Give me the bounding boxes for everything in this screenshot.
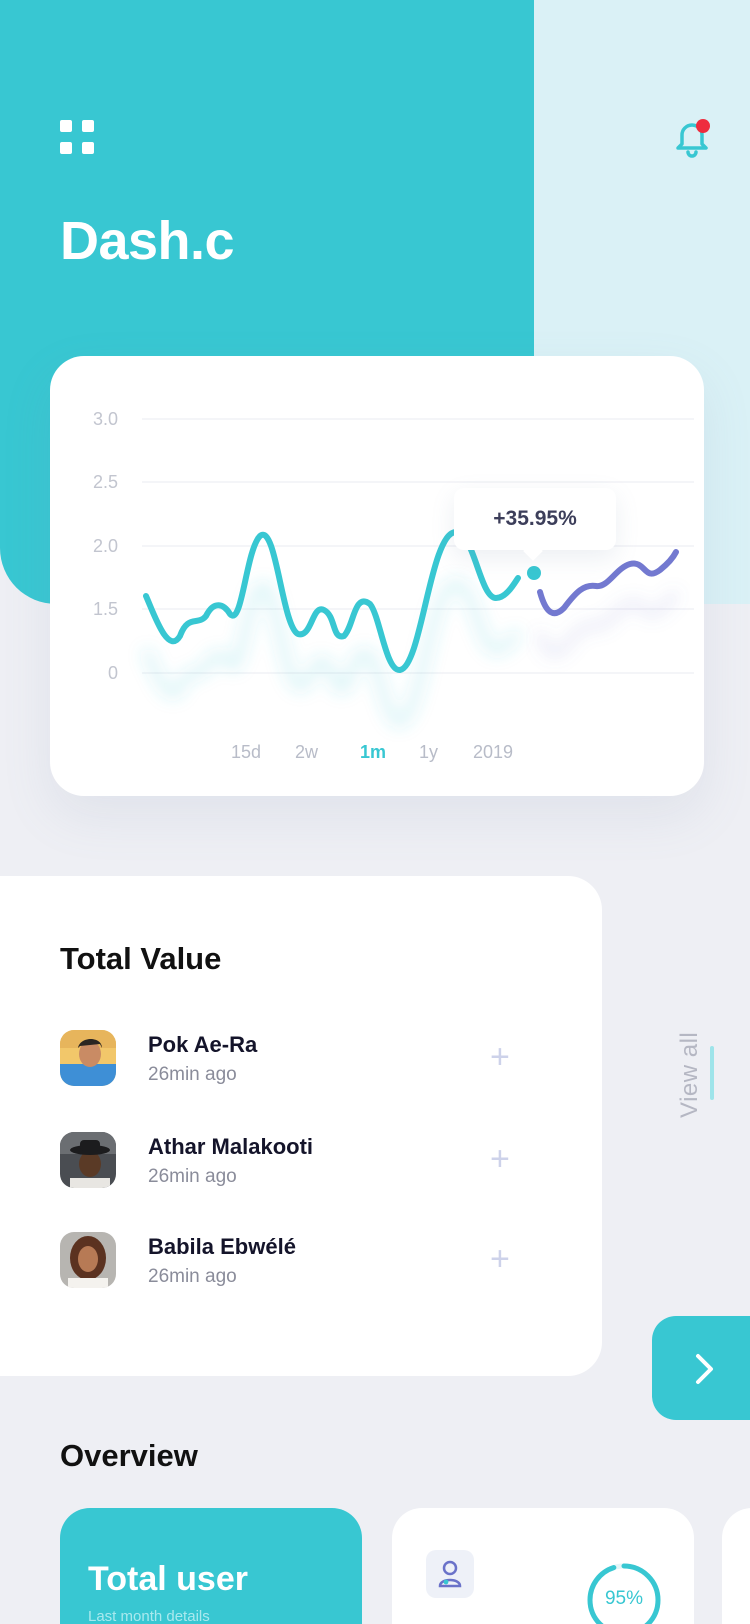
list-item[interactable]: Babila Ebwélé 26min ago + (60, 1232, 540, 1288)
secondary-line-shadow (535, 589, 681, 659)
y-tick-label: 2.0 (93, 536, 118, 556)
line-chart: 3.0 2.5 2.0 1.5 0 (93, 409, 694, 727)
menu-grid-icon[interactable] (60, 120, 94, 154)
avatar (60, 1132, 116, 1188)
app-title: Dash.c (60, 211, 235, 271)
notification-bell-icon[interactable] (672, 116, 712, 160)
next-button[interactable] (652, 1316, 750, 1420)
total-value-title: Total Value (60, 941, 222, 976)
view-all-link[interactable]: View all (676, 958, 706, 1118)
y-tick-label: 1.5 (93, 599, 118, 619)
line-shadow (141, 578, 522, 727)
total-user-card[interactable]: Total user Last month details (60, 1508, 362, 1624)
primary-series-line (143, 528, 521, 673)
range-tab-2w[interactable]: 2w (295, 742, 318, 763)
notification-dot (696, 119, 710, 133)
chart-tooltip: +35.95% (454, 488, 616, 550)
highlight-point[interactable] (527, 566, 541, 580)
view-all-indicator (710, 1046, 714, 1100)
avatar (60, 1232, 116, 1288)
user-time: 26min ago (148, 1266, 237, 1287)
overview-title: Overview (60, 1438, 198, 1473)
add-icon[interactable]: + (490, 1142, 510, 1176)
doctor-icon (426, 1550, 474, 1598)
list-item[interactable]: Pok Ae-Ra 26min ago + (60, 1030, 540, 1086)
user-name: Athar Malakooti (148, 1134, 314, 1159)
list-item[interactable]: Athar Malakooti 26min ago + (60, 1132, 540, 1188)
y-tick-label: 0 (108, 663, 118, 683)
chevron-right-icon (696, 1354, 713, 1384)
user-name: Pok Ae-Ra (148, 1032, 258, 1057)
y-tick-label: 3.0 (93, 409, 118, 429)
total-user-subtitle: Last month details (88, 1608, 210, 1624)
range-tab-1y[interactable]: 1y (419, 742, 438, 763)
user-name: Babila Ebwélé (148, 1234, 296, 1259)
y-tick-label: 2.5 (93, 472, 118, 492)
stat-card[interactable]: 95% (392, 1508, 694, 1624)
avatar (60, 1030, 116, 1086)
range-tab-15d[interactable]: 15d (231, 742, 261, 763)
add-icon[interactable]: + (490, 1040, 510, 1074)
add-icon[interactable]: + (490, 1242, 510, 1276)
range-tab-2019[interactable]: 2019 (473, 742, 513, 763)
secondary-series-line (537, 549, 679, 617)
user-time: 26min ago (148, 1064, 237, 1085)
chart-card: 3.0 2.5 2.0 1.5 0 (50, 356, 704, 796)
progress-percent: 95% (604, 1588, 644, 1609)
user-time: 26min ago (148, 1166, 237, 1187)
overview-card-partial[interactable] (722, 1508, 750, 1624)
range-tab-1m[interactable]: 1m (360, 742, 386, 763)
total-user-title: Total user (88, 1560, 248, 1598)
